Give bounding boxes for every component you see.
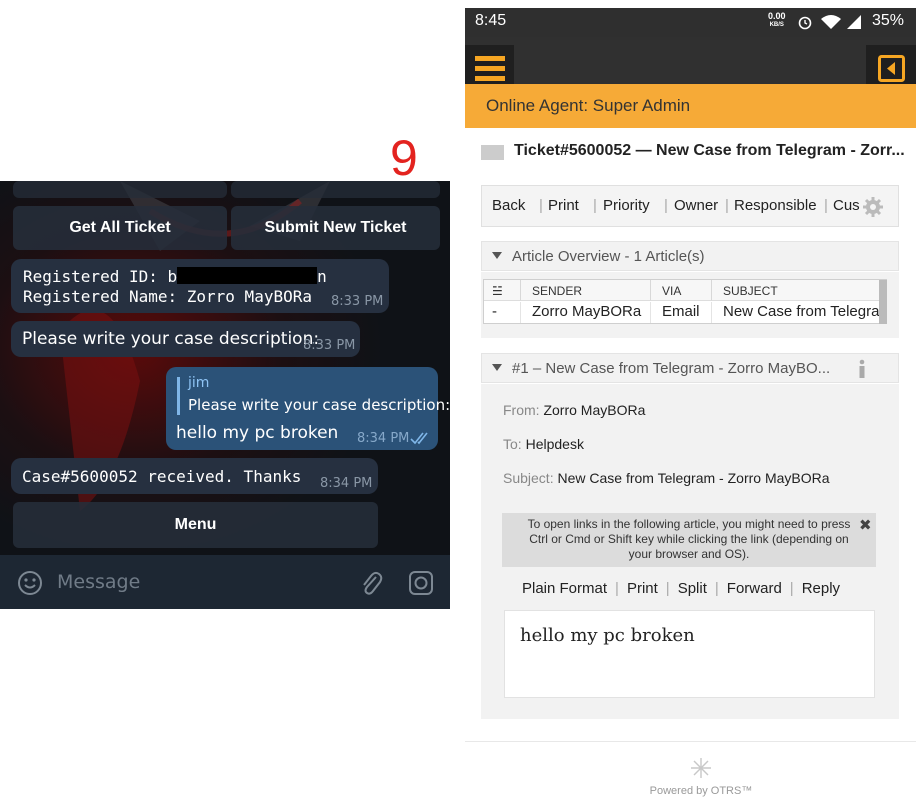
message-prompt: Please write your case description: 8:33… xyxy=(11,321,360,357)
table-header-menu-icon[interactable]: ☱ xyxy=(484,280,521,301)
speed-value: 0.00 xyxy=(768,11,786,21)
article-overview-header[interactable]: Article Overview - 1 Article(s) xyxy=(481,241,899,271)
powered-by: Powered by OTRS™ xyxy=(649,785,753,797)
table-header-sender[interactable]: SENDER xyxy=(521,280,651,301)
action-customer[interactable]: Cus xyxy=(833,197,860,214)
table-cell-sender[interactable]: Zorro MayBORa xyxy=(521,302,651,323)
subject-field: Subject: New Case from Telegram - Zorro … xyxy=(503,470,830,486)
smile-icon[interactable] xyxy=(17,570,43,596)
online-agent-bar: Online Agent: Super Admin xyxy=(465,84,916,128)
footer-divider xyxy=(465,741,916,742)
redaction-bar xyxy=(177,267,318,284)
table-cell-via[interactable]: Email xyxy=(651,302,712,323)
get-all-ticket-button[interactable]: Get All Ticket xyxy=(13,206,227,250)
camera-icon[interactable] xyxy=(408,570,434,596)
info-icon[interactable] xyxy=(856,359,868,379)
message-received: Case#5600052 received. Thanks 8:34 PM xyxy=(11,458,378,494)
message-time: 8:34 PM xyxy=(320,476,373,491)
speed-unit: KB/S xyxy=(769,22,784,28)
from-field: From: Zorro MayBORa xyxy=(503,402,645,418)
action-plain-format[interactable]: Plain Format xyxy=(522,580,607,597)
hamburger-icon xyxy=(475,56,505,81)
article-body-text: hello my pc broken xyxy=(520,625,695,646)
action-priority[interactable]: Priority xyxy=(603,197,650,214)
to-label: To: xyxy=(503,436,522,452)
registered-id-label: Registered ID: b xyxy=(23,267,178,286)
ticket-action-bar: Back | Print | Priority | Owner | Respon… xyxy=(481,185,899,227)
telegram-chat: Get All Ticket Submit New Ticket Registe… xyxy=(0,181,450,609)
message-time: 8:33 PM xyxy=(303,338,356,353)
ticket-title: Ticket#5600052 — New Case from Telegram … xyxy=(514,142,904,159)
screenshot-root: 9 10 Get All Ticket Submit New Ticket Re… xyxy=(0,0,921,800)
article-action-bar: Plain Format | Print | Split | Forward | Reply xyxy=(522,580,841,597)
subject-label: Subject: xyxy=(503,470,554,486)
gear-icon[interactable] xyxy=(862,196,884,218)
reply-author: jim xyxy=(188,375,210,391)
top-navigation-bar xyxy=(465,37,916,84)
message-time: 8:34 PM xyxy=(357,431,410,446)
network-speed: 0.00 KB/S xyxy=(768,12,786,30)
otrs-logo-icon xyxy=(691,758,711,778)
double-check-icon xyxy=(410,432,428,445)
from-value: Zorro MayBORa xyxy=(543,402,646,418)
article-table: ☱ SENDER VIA SUBJECT - Zorro MayBORa Ema… xyxy=(483,279,887,324)
action-forward[interactable]: Forward xyxy=(727,580,782,597)
keyboard-button-top-right[interactable] xyxy=(231,181,440,198)
collapse-triangle-icon xyxy=(492,364,502,371)
action-owner[interactable]: Owner xyxy=(674,197,718,214)
status-bar: 8:45 0.00 KB/S 35% xyxy=(465,8,916,37)
status-time: 8:45 xyxy=(475,12,507,29)
action-back[interactable]: Back xyxy=(492,197,525,214)
received-text: Case#5600052 received. Thanks xyxy=(22,467,302,486)
reply-text: hello my pc broken xyxy=(176,423,339,443)
back-arrow-icon xyxy=(878,55,905,82)
subject-value: New Case from Telegram - Zorro MayBORa xyxy=(557,470,830,486)
action-split[interactable]: Split xyxy=(678,580,707,597)
collapse-triangle-icon xyxy=(492,252,502,259)
reply-quote: Please write your case description: xyxy=(188,396,450,414)
article-overview-title: Article Overview - 1 Article(s) xyxy=(512,248,705,265)
annotation-9: 9 xyxy=(390,130,418,186)
message-registered-info: Registered ID: b n Registered Name: Zorro… xyxy=(11,259,389,313)
close-icon[interactable]: ✖ xyxy=(859,516,872,534)
message-time: 8:33 PM xyxy=(331,294,384,309)
action-responsible[interactable]: Responsible xyxy=(734,197,817,214)
action-print-article[interactable]: Print xyxy=(627,580,658,597)
table-header-via[interactable]: VIA xyxy=(651,280,712,301)
registered-id-tail: n xyxy=(317,267,327,286)
priority-indicator xyxy=(481,145,504,160)
menu-button[interactable]: Menu xyxy=(13,502,378,548)
to-field: To: Helpdesk xyxy=(503,436,584,452)
keyboard-button-top-left[interactable] xyxy=(13,181,227,198)
from-label: From: xyxy=(503,402,540,418)
article-header[interactable]: #1 – New Case from Telegram - Zorro MayB… xyxy=(481,353,899,383)
action-print[interactable]: Print xyxy=(548,197,579,214)
table-cell-status[interactable]: - xyxy=(484,302,521,323)
battery-level: 35% xyxy=(871,12,904,29)
article-title: #1 – New Case from Telegram - Zorro MayB… xyxy=(512,360,831,377)
online-agent-label: Online Agent: Super Admin xyxy=(486,96,691,115)
attach-icon[interactable] xyxy=(359,569,383,597)
link-notice: To open links in the following article, … xyxy=(502,513,876,567)
to-value: Helpdesk xyxy=(525,436,584,452)
signal-icon xyxy=(847,15,861,29)
action-reply[interactable]: Reply xyxy=(802,580,840,597)
otrs-mobile-screen: 8:45 0.00 KB/S 35% Online Agent: Super A… xyxy=(465,8,916,800)
table-header-subject[interactable]: SUBJECT xyxy=(712,280,882,301)
message-input[interactable]: Message xyxy=(57,571,140,593)
article-body: hello my pc broken xyxy=(504,610,875,698)
registered-name: Registered Name: Zorro MayBORa xyxy=(23,287,312,306)
quote-bar xyxy=(177,377,180,415)
wifi-icon xyxy=(821,15,841,29)
message-input-bar: Message xyxy=(0,555,450,609)
message-reply-outgoing: jim Please write your case description: … xyxy=(166,367,450,450)
prompt-text: Please write your case description: xyxy=(22,329,320,349)
submit-new-ticket-button[interactable]: Submit New Ticket xyxy=(231,206,440,250)
alarm-icon xyxy=(798,16,812,30)
table-cell-subject[interactable]: New Case from Telegra xyxy=(712,302,880,323)
table-scrollbar[interactable] xyxy=(879,280,887,324)
